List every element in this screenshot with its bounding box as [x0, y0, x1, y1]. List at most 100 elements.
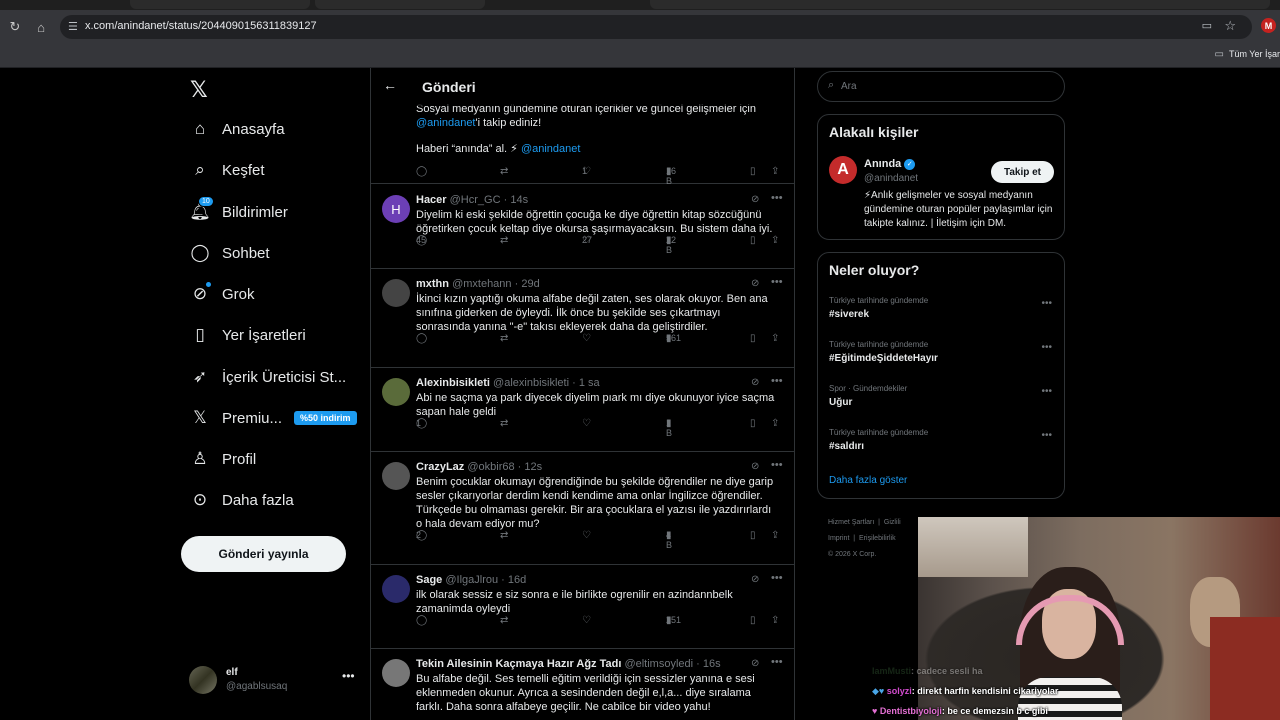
imprint-link[interactable]: Imprint	[828, 535, 849, 542]
more-dots-icon[interactable]: •••	[771, 459, 783, 471]
nav-notifications[interactable]: 🔔︎ 10 Bildirimler	[188, 196, 288, 226]
nav-home[interactable]: ⌂ Anasayfa	[188, 115, 285, 143]
browser-toolbar: ↻ ⌂ ☰ x.com/anindanet/status/20440901563…	[0, 10, 1280, 44]
table-row[interactable]: H Hacer @Hcr_GC · 14s ⊘ ••• Diyelim ki eski …	[371, 185, 794, 269]
more-dots-icon[interactable]: •••	[1041, 386, 1052, 397]
grok-icon[interactable]: ⊘	[751, 461, 759, 472]
view-count: 22 B	[666, 235, 677, 255]
author-handle[interactable]: @okbir68	[467, 461, 514, 473]
table-row[interactable]: CrazyLaz @okbir68 · 12s ⊘ ••• Benim çocukla…	[371, 452, 794, 565]
author-handle[interactable]: @IlgaJlrou	[445, 574, 498, 586]
premium-discount-badge: %50 indirim	[294, 411, 357, 425]
tweet-time[interactable]: 16d	[508, 574, 526, 586]
grok-icon[interactable]: ⊘	[751, 574, 759, 585]
nav-creator-studio[interactable]: ➶ İçerik Üreticisi St...	[188, 363, 346, 391]
related-account-name[interactable]: Anında ✓	[864, 158, 916, 170]
back-arrow-icon[interactable]: ←	[383, 77, 401, 95]
privacy-link[interactable]: Gizlili	[884, 519, 901, 526]
accessibility-link[interactable]: Erişilebilirlik	[859, 535, 896, 542]
author-name[interactable]: Sage	[416, 574, 442, 586]
show-more-link[interactable]: Daha fazla göster	[829, 475, 907, 486]
table-row[interactable]: Tekin Ailesinin Kaçmaya Hazır Ağz Tadı @…	[371, 649, 794, 720]
table-row[interactable]: Sage @IlgaJlrou · 16d ⊘ ••• ilk olarak sess…	[371, 565, 794, 649]
avatar[interactable]	[382, 462, 410, 490]
author-handle[interactable]: @alexinbisikleti	[493, 377, 569, 389]
browser-tab[interactable]	[130, 0, 310, 9]
more-dots-icon[interactable]: •••	[342, 669, 355, 683]
trend-item[interactable]: Spor · Gündemdekiler Uğur •••	[829, 384, 1054, 408]
more-dots-icon[interactable]: •••	[771, 192, 783, 204]
tweet-time[interactable]: 16s	[703, 658, 721, 670]
more-dots-icon[interactable]: •••	[1041, 298, 1052, 309]
trend-item[interactable]: Türkiye tarihinde gündemde #EğitimdeŞidd…	[829, 340, 1054, 364]
tweet-time[interactable]: 14s	[510, 194, 528, 206]
search-box[interactable]: ⌕ Ara	[817, 71, 1065, 102]
table-row[interactable]: mxthn @mxtehann · 29d ⊘ ••• İkinci kızın ya…	[371, 269, 794, 368]
more-dots-icon[interactable]: •••	[771, 572, 783, 584]
reply-count: 1	[416, 418, 422, 428]
avatar[interactable]	[382, 575, 410, 603]
mention-link[interactable]: @anindanet	[521, 143, 581, 155]
site-info-icon[interactable]: ☰	[68, 20, 78, 33]
author-handle[interactable]: @mxtehann	[452, 278, 511, 290]
avatar[interactable]	[382, 378, 410, 406]
avatar[interactable]: H	[382, 195, 410, 223]
more-dots-icon[interactable]: •••	[1041, 430, 1052, 441]
main-tweet[interactable]: Sosyal medyanın gündemine oturan içerikl…	[371, 98, 794, 186]
grok-icon[interactable]: ⊘	[751, 377, 759, 388]
browser-tab[interactable]	[650, 0, 1270, 9]
nav-bookmarks[interactable]: ▯ Yer İşaretleri	[188, 321, 305, 349]
terms-link[interactable]: Hizmet Şartları	[828, 519, 874, 526]
mention-link[interactable]: @anindanet	[416, 117, 476, 129]
browser-tab[interactable]	[315, 0, 485, 9]
bookmark-icon: ▯	[750, 333, 756, 344]
address-bar[interactable]: ☰ x.com/anindanet/status/204409015631183…	[60, 15, 1252, 39]
post-button[interactable]: Gönderi yayınla	[181, 536, 346, 572]
tweet-time[interactable]: 12s	[524, 461, 542, 473]
browser-profile-avatar[interactable]: M	[1261, 18, 1276, 33]
nav-profile[interactable]: ♙ Profil	[188, 445, 256, 473]
account-switcher[interactable]: elf @agablsusaq •••	[189, 665, 359, 699]
bookmark-star-icon[interactable]: ☆	[1224, 18, 1236, 34]
more-dots-icon[interactable]: •••	[771, 276, 783, 288]
author-name[interactable]: CrazyLaz	[416, 461, 464, 473]
author-handle[interactable]: @Hcr_GC	[450, 194, 501, 206]
grok-icon[interactable]: ⊘	[751, 194, 759, 205]
follow-button[interactable]: Takip et	[991, 161, 1054, 183]
avatar[interactable]	[382, 279, 410, 307]
x-logo-icon[interactable]: 𝕏	[190, 77, 208, 103]
nav-grok[interactable]: ⊘ Grok	[188, 280, 255, 308]
more-dots-icon[interactable]: •••	[771, 656, 783, 668]
author-name[interactable]: Hacer	[416, 194, 447, 206]
nav-chat[interactable]: ◯ Sohbet	[188, 239, 269, 267]
author-name[interactable]: Alexinbisikleti	[416, 377, 490, 389]
table-row[interactable]: Alexinbisikleti @alexinbisikleti · 1 sa ⊘…	[371, 368, 794, 452]
share-icon: ⇪	[771, 235, 780, 246]
card-title: Neler oluyor?	[829, 262, 920, 278]
grok-icon[interactable]: ⊘	[751, 278, 759, 289]
author-name[interactable]: Tekin Ailesinin Kaçmaya Hazır Ağz Tadı	[416, 658, 621, 670]
reload-icon[interactable]: ↻	[6, 18, 24, 36]
author-name[interactable]: mxthn	[416, 278, 449, 290]
all-bookmarks-folder[interactable]: ▭ Tüm Yer İşar	[1215, 49, 1280, 60]
more-dots-icon[interactable]: •••	[771, 375, 783, 387]
meta-separator: ·	[500, 194, 511, 206]
grok-icon[interactable]: ⊘	[751, 658, 759, 669]
url-text: x.com/anindanet/status/20440901563118391…	[85, 20, 317, 32]
trend-item[interactable]: Türkiye tarihinde gündemde #siverek •••	[829, 296, 1054, 320]
tweet-time[interactable]: 1 sa	[579, 377, 600, 389]
avatar[interactable]	[382, 659, 410, 687]
more-dots-icon[interactable]: •••	[1041, 342, 1052, 353]
avatar[interactable]: A	[829, 156, 857, 184]
nav-explore[interactable]: ⌕ Keşfet	[188, 156, 264, 184]
tweet-time[interactable]: 29d	[521, 278, 539, 290]
trend-item[interactable]: Türkiye tarihinde gündemde #saldırı •••	[829, 428, 1054, 452]
nav-more[interactable]: ⊙ Daha fazla	[188, 486, 294, 514]
tweet-header: Tekin Ailesinin Kaçmaya Hazır Ağz Tadı @…	[416, 658, 721, 670]
author-handle[interactable]: @eltimsoyledi	[624, 658, 693, 670]
cast-icon[interactable]: ▭	[1202, 19, 1212, 32]
browser-tab-strip	[0, 0, 1280, 10]
home-button-icon[interactable]: ⌂	[32, 18, 50, 36]
nav-premium[interactable]: 𝕏 Premiu... %50 indirim	[188, 404, 357, 432]
bell-icon: 🔔︎ 10	[188, 196, 214, 224]
